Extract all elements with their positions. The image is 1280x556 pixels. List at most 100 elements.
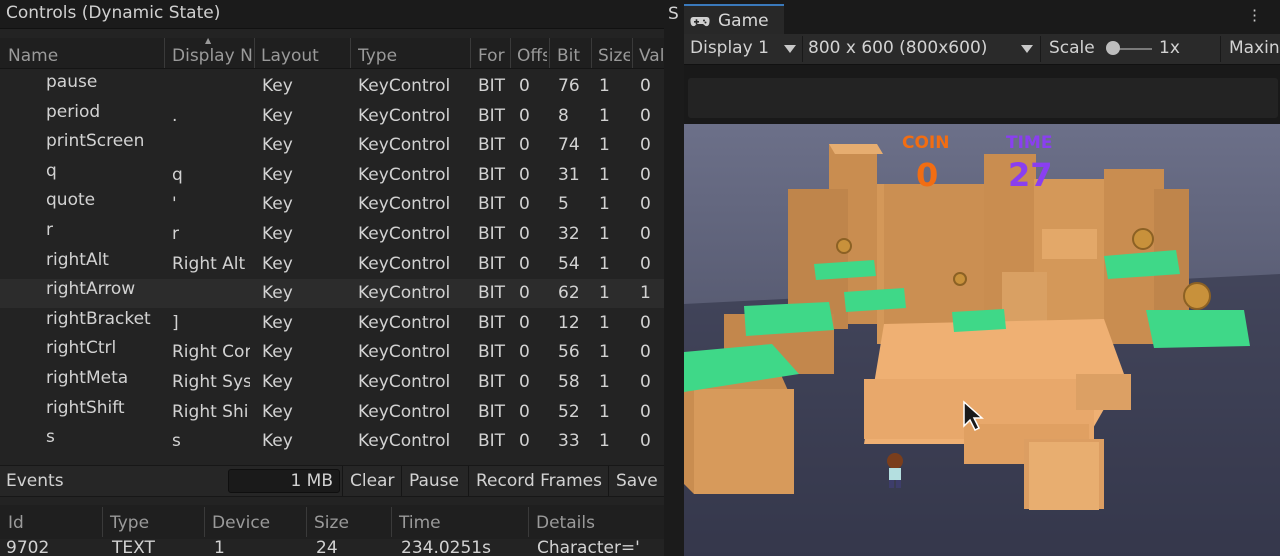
table-row[interactable]: rightCtrl Right Cor Key KeyControl BIT 0 56 1 0 xyxy=(0,338,664,367)
table-row[interactable]: pause Key KeyControl BIT 0 76 1 0 xyxy=(0,72,664,101)
scale-slider-handle[interactable] xyxy=(1106,41,1120,55)
column-divider[interactable] xyxy=(204,507,205,537)
control-format: BIT xyxy=(478,135,506,155)
table-row[interactable]: rightShift Right Shi Key KeyControl BIT 0 52 1 0 xyxy=(0,398,664,427)
event-row[interactable]: 9702 TEXT 1 24 234.0251s Character=' xyxy=(0,539,664,556)
save-button[interactable]: Save xyxy=(616,471,658,491)
events-column-type[interactable]: Type xyxy=(110,513,149,533)
column-header-display-name[interactable]: Display N xyxy=(172,46,252,66)
control-name: q xyxy=(46,161,57,181)
control-bit: 76 xyxy=(558,76,580,96)
column-divider[interactable] xyxy=(306,507,307,537)
control-size: 1 xyxy=(599,313,610,333)
column-divider[interactable] xyxy=(102,507,103,537)
clear-button[interactable]: Clear xyxy=(350,471,394,491)
column-header-bit[interactable]: Bit xyxy=(557,46,589,66)
control-size: 1 xyxy=(599,342,610,362)
control-format: BIT xyxy=(478,165,506,185)
column-divider[interactable] xyxy=(591,38,592,68)
events-label: Events xyxy=(6,471,64,491)
control-layout: Key xyxy=(262,342,293,362)
control-layout: Key xyxy=(262,402,293,422)
column-divider[interactable] xyxy=(350,38,351,68)
control-type: KeyControl xyxy=(358,402,451,422)
control-layout: Key xyxy=(262,135,293,155)
game-viewport[interactable]: COIN 0 TIME 27 xyxy=(684,124,1280,556)
time-label: TIME xyxy=(1006,133,1052,153)
resolution-dropdown[interactable]: 800 x 600 (800x600) xyxy=(808,38,987,58)
events-column-id[interactable]: Id xyxy=(8,513,24,533)
coin-label: COIN xyxy=(902,133,949,153)
control-layout: Key xyxy=(262,224,293,244)
control-value: 0 xyxy=(640,254,651,274)
tab-game[interactable]: Game xyxy=(684,4,784,36)
control-layout: Key xyxy=(262,283,293,303)
events-column-device[interactable]: Device xyxy=(212,513,270,533)
table-row[interactable]: printScreen Key KeyControl BIT 0 74 1 0 xyxy=(0,131,664,160)
column-divider[interactable] xyxy=(632,38,633,68)
control-type: KeyControl xyxy=(358,313,451,333)
control-type: KeyControl xyxy=(358,431,451,451)
column-divider[interactable] xyxy=(391,507,392,537)
control-offset: 0 xyxy=(519,313,530,333)
table-row[interactable]: rightBracket] Key KeyControl BIT 0 12 1 0 xyxy=(0,309,664,338)
table-row[interactable]: q q Key KeyControl BIT 0 31 1 0 xyxy=(0,161,664,190)
column-divider[interactable] xyxy=(470,38,471,68)
control-offset: 0 xyxy=(519,342,530,362)
control-value: 0 xyxy=(640,135,651,155)
table-row[interactable]: r r Key KeyControl BIT 0 32 1 0 xyxy=(0,220,664,249)
table-row[interactable]: rightAlt Right Alt Key KeyControl BIT 0 54 1 0 xyxy=(0,250,664,279)
control-name: pause xyxy=(46,72,98,92)
toolbar-divider xyxy=(401,466,402,496)
control-size: 1 xyxy=(599,254,610,274)
table-row[interactable]: rightArrow Key KeyControl BIT 0 62 1 1 xyxy=(0,279,664,308)
chevron-down-icon[interactable] xyxy=(784,45,796,53)
table-row[interactable]: rightMeta Right Sys Key KeyControl BIT 0 58 1 0 xyxy=(0,368,664,397)
column-divider[interactable] xyxy=(549,38,550,68)
control-type: KeyControl xyxy=(358,76,451,96)
column-divider[interactable] xyxy=(510,38,511,68)
column-header-name[interactable]: Name xyxy=(8,46,158,66)
more-options-icon[interactable]: · · · xyxy=(1252,3,1257,29)
events-column-time[interactable]: Time xyxy=(399,513,441,533)
control-offset: 0 xyxy=(519,106,530,126)
events-column-details[interactable]: Details xyxy=(536,513,595,533)
column-divider[interactable] xyxy=(164,38,165,68)
pause-button[interactable]: Pause xyxy=(409,471,459,491)
control-format: BIT xyxy=(478,76,506,96)
column-header-offset[interactable]: Offs xyxy=(517,46,547,66)
game-scene: COIN 0 TIME 27 xyxy=(684,124,1280,556)
control-offset: 0 xyxy=(519,194,530,214)
record-frames-button[interactable]: Record Frames xyxy=(476,471,602,491)
column-divider[interactable] xyxy=(528,507,529,537)
tab-game-label: Game xyxy=(718,11,769,31)
column-header-layout[interactable]: Layout xyxy=(261,46,349,66)
control-offset: 0 xyxy=(519,254,530,274)
control-format: BIT xyxy=(478,313,506,333)
display-dropdown[interactable]: Display 1 xyxy=(690,38,769,58)
maximize-on-play-button[interactable]: Maxin xyxy=(1229,38,1280,58)
column-header-type[interactable]: Type xyxy=(358,46,468,66)
control-layout: Key xyxy=(262,76,293,96)
control-name: rightMeta xyxy=(46,368,129,388)
table-row[interactable]: period. Key KeyControl BIT 0 8 1 0 xyxy=(0,102,664,131)
toolbar-divider xyxy=(802,36,803,62)
chevron-down-icon[interactable] xyxy=(1021,45,1033,53)
events-column-size[interactable]: Size xyxy=(314,513,349,533)
control-display-name: s xyxy=(172,431,181,451)
table-row[interactable]: s s Key KeyControl BIT 0 33 1 0 xyxy=(0,427,664,456)
control-offset: 0 xyxy=(519,283,530,303)
column-header-format[interactable]: For xyxy=(478,46,508,66)
table-row[interactable]: quote ' Key KeyControl BIT 0 5 1 0 xyxy=(0,190,664,219)
column-header-value[interactable]: Valu xyxy=(639,46,664,66)
toolbar-divider xyxy=(468,466,469,496)
scene-tab[interactable]: S xyxy=(668,4,679,24)
control-size: 1 xyxy=(599,283,610,303)
game-tab-bar: Game · · · xyxy=(684,0,1280,36)
control-format: BIT xyxy=(478,224,506,244)
panel-splitter[interactable] xyxy=(664,0,684,556)
column-divider[interactable] xyxy=(254,38,255,68)
buffer-size-field[interactable]: 1 MB xyxy=(228,469,340,493)
control-type: KeyControl xyxy=(358,194,451,214)
column-header-size[interactable]: Size xyxy=(598,46,630,66)
